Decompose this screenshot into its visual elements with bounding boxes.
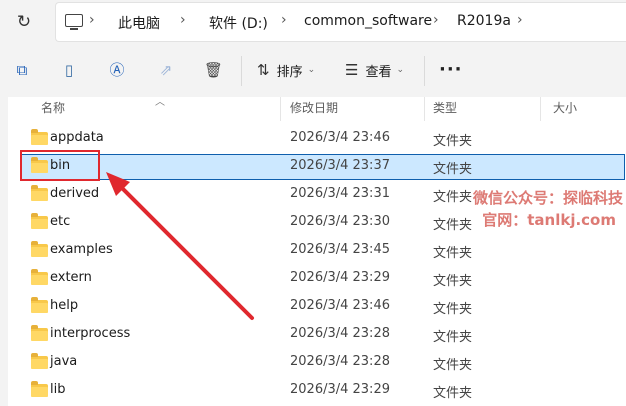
watermark-line-2: 官网：tanlkj.com [482, 211, 616, 229]
watermark-line-1: 微信公众号：探临科技 [472, 189, 623, 207]
